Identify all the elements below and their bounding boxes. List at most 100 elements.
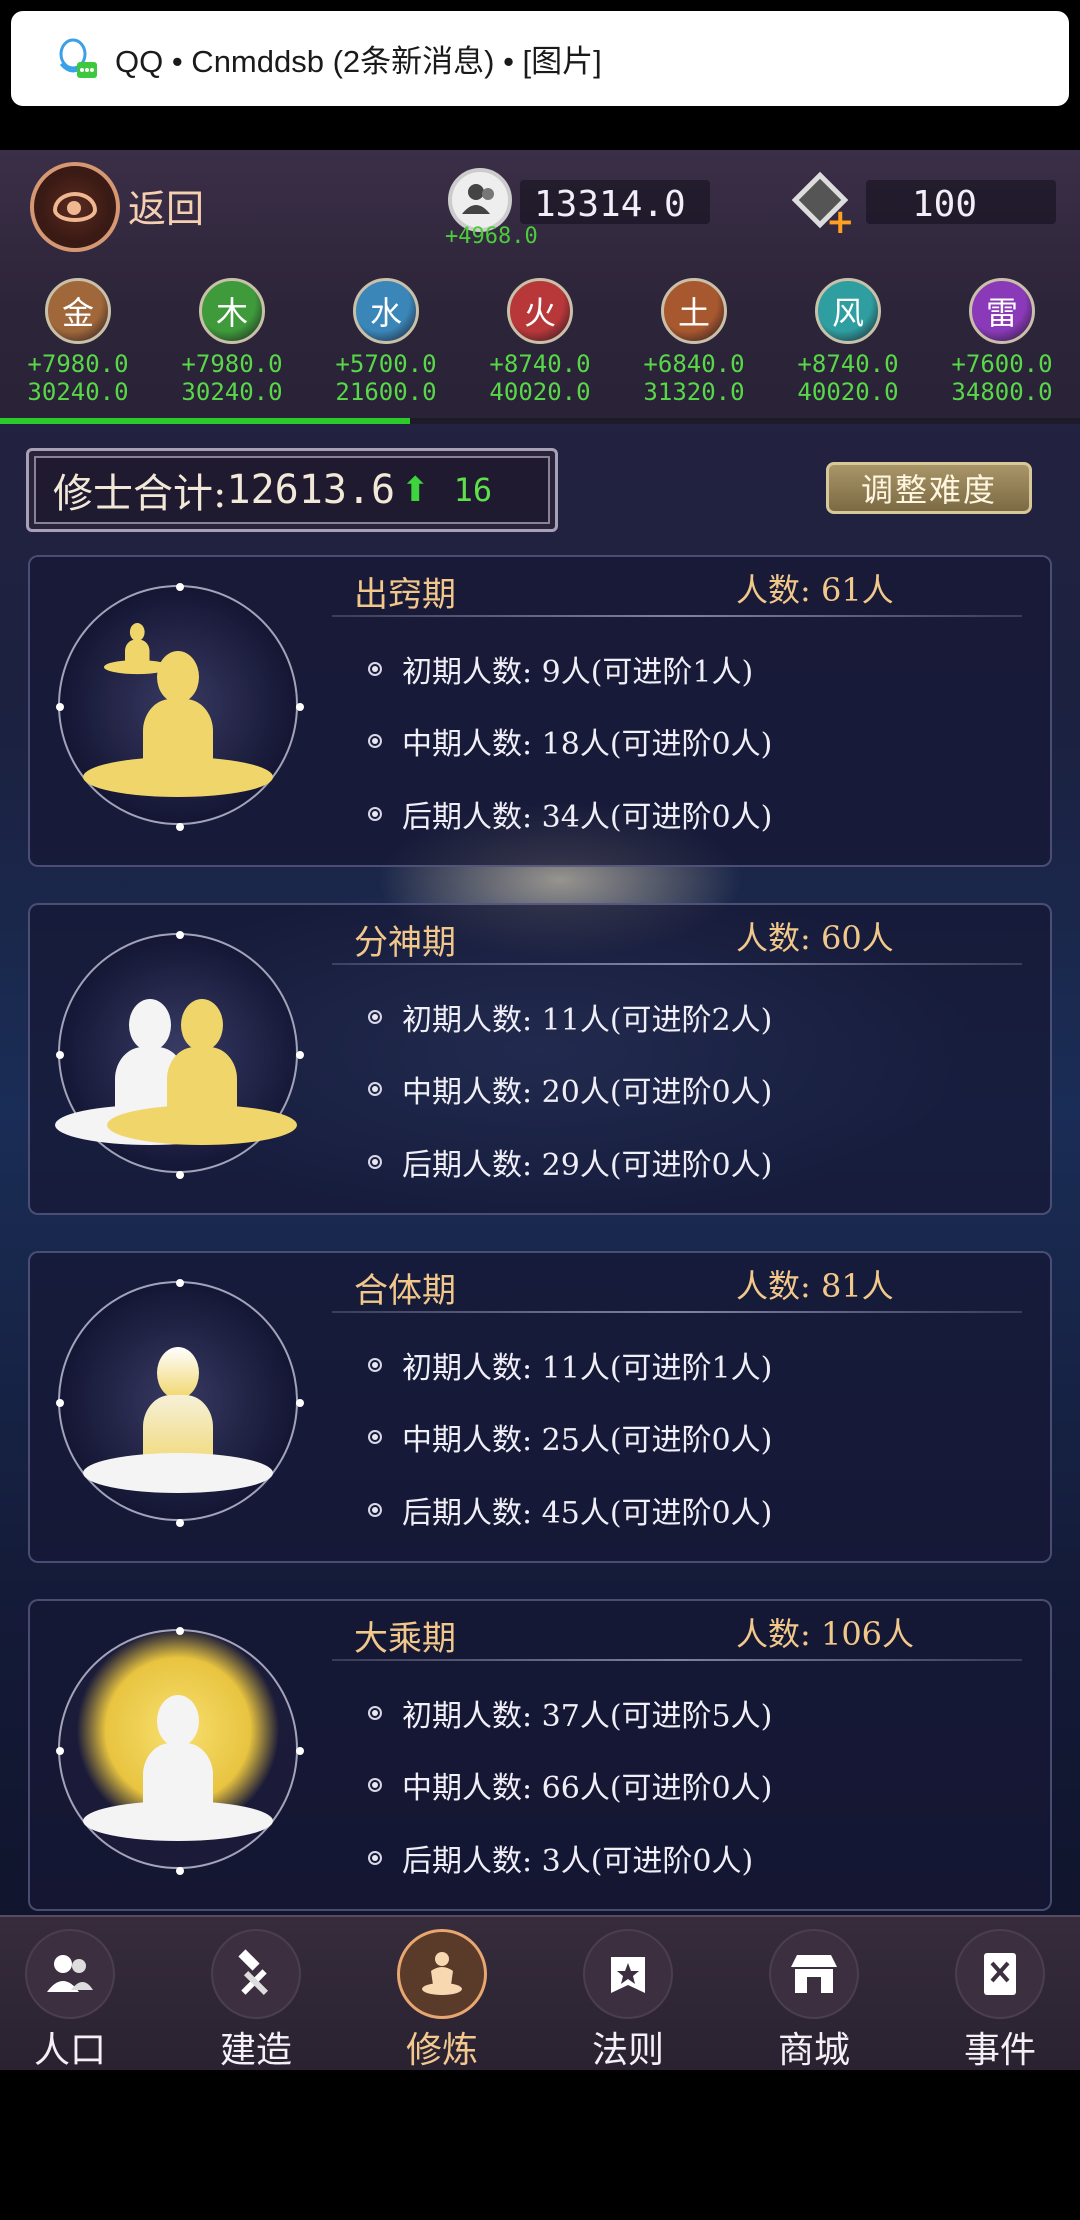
element-wood: 木 +7980.0 30240.0 bbox=[162, 278, 302, 406]
stage-late: 后期人数: 29人(可进阶0人) bbox=[402, 1148, 773, 1183]
element-orb-earth-icon: 土 bbox=[661, 278, 727, 344]
nav-label: 商城 bbox=[777, 2030, 850, 2070]
bullet-icon bbox=[368, 1010, 382, 1024]
cultivator-total-panel: 修士合计: 12613.6 ⬆ 16 bbox=[26, 448, 558, 532]
hammer-wrench-icon bbox=[211, 1929, 301, 2019]
element-water: 水 +5700.0 21600.0 bbox=[316, 278, 456, 406]
bullet-icon bbox=[368, 1358, 382, 1372]
element-earth: 土 +6840.0 31320.0 bbox=[624, 278, 764, 406]
element-gain: +7980.0 bbox=[181, 350, 283, 378]
stage-late: 后期人数: 3人(可进阶0人) bbox=[402, 1844, 754, 1879]
notification-text: QQ • Cnmddsb (2条新消息) • [图片] bbox=[115, 44, 602, 79]
realm-card[interactable]: 大乘期 人数: 106人 初期人数: 37人(可进阶5人) 中期人数: 66人(… bbox=[28, 1599, 1052, 1911]
stage-mid: 中期人数: 66人(可进阶0人) bbox=[402, 1771, 773, 1806]
element-total: 30240.0 bbox=[181, 378, 283, 406]
realm-count: 人数: 61人 bbox=[736, 571, 894, 609]
meditation-emblem-icon bbox=[56, 1279, 304, 1527]
element-total: 31320.0 bbox=[643, 378, 745, 406]
qq-icon bbox=[51, 34, 101, 84]
realm-count: 人数: 60人 bbox=[736, 919, 894, 957]
element-orb-fire-icon: 火 bbox=[507, 278, 573, 344]
element-thunder: 雷 +7600.0 34800.0 bbox=[932, 278, 1072, 406]
total-count: 16 bbox=[453, 471, 493, 509]
nav-label: 建造 bbox=[219, 2030, 292, 2070]
realm-count: 人数: 106人 bbox=[736, 1615, 915, 1653]
stage-mid: 中期人数: 25人(可进阶0人) bbox=[402, 1423, 773, 1458]
nav-label: 法则 bbox=[591, 2030, 664, 2070]
notification-banner[interactable]: QQ • Cnmddsb (2条新消息) • [图片] bbox=[11, 11, 1069, 106]
element-gain: +8740.0 bbox=[797, 350, 899, 378]
stage-late: 后期人数: 34人(可进阶0人) bbox=[402, 800, 773, 835]
divider bbox=[332, 1311, 1022, 1313]
element-gold: 金 +7980.0 30240.0 bbox=[8, 278, 148, 406]
divider bbox=[332, 615, 1022, 617]
element-gain: +8740.0 bbox=[489, 350, 591, 378]
element-gain: +7600.0 bbox=[951, 350, 1053, 378]
back-button[interactable] bbox=[30, 162, 120, 252]
bullet-icon bbox=[368, 807, 382, 821]
element-total: 40020.0 bbox=[489, 378, 591, 406]
back-label[interactable]: 返回 bbox=[128, 178, 204, 233]
progress-fill bbox=[0, 418, 411, 424]
bullet-icon bbox=[368, 1851, 382, 1865]
divider bbox=[332, 1659, 1022, 1661]
element-total: 40020.0 bbox=[797, 378, 899, 406]
stage-mid: 中期人数: 18人(可进阶0人) bbox=[402, 727, 773, 762]
element-total: 21600.0 bbox=[335, 378, 437, 406]
nav-events[interactable]: 事件 bbox=[940, 1929, 1060, 2070]
shop-icon bbox=[769, 1929, 859, 2019]
bullet-icon bbox=[368, 1503, 382, 1517]
gem-value: 100 bbox=[912, 184, 978, 225]
bullet-icon bbox=[368, 1778, 382, 1792]
nav-build[interactable]: 建造 bbox=[196, 1929, 316, 2070]
stage-early: 初期人数: 37人(可进阶5人) bbox=[402, 1699, 773, 1734]
realm-name: 合体期 bbox=[354, 1271, 456, 1311]
nav-label: 事件 bbox=[963, 2030, 1036, 2070]
total-value: 12613.6 bbox=[226, 467, 396, 513]
nav-label: 修炼 bbox=[405, 2030, 478, 2070]
game-screen: 返回 13314.0 +4968.0 + 100 金 +7980.0 30240… bbox=[0, 150, 1080, 2070]
progress-bar bbox=[0, 418, 1080, 424]
element-fire: 火 +8740.0 40020.0 bbox=[470, 278, 610, 406]
realm-name: 大乘期 bbox=[354, 1619, 456, 1659]
element-gain: +7980.0 bbox=[27, 350, 129, 378]
realm-count: 人数: 81人 bbox=[736, 1267, 894, 1305]
element-total: 34800.0 bbox=[951, 378, 1053, 406]
nav-shop[interactable]: 商城 bbox=[754, 1929, 874, 2070]
bullet-icon bbox=[368, 1155, 382, 1169]
stage-early: 初期人数: 11人(可进阶2人) bbox=[402, 1003, 773, 1038]
realm-name: 出窍期 bbox=[354, 575, 456, 615]
element-wind: 风 +8740.0 40020.0 bbox=[778, 278, 918, 406]
element-gain: +5700.0 bbox=[335, 350, 437, 378]
element-total: 30240.0 bbox=[27, 378, 129, 406]
realm-card[interactable]: 合体期 人数: 81人 初期人数: 11人(可进阶1人) 中期人数: 25人(可… bbox=[28, 1251, 1052, 1563]
total-label: 修士合计: bbox=[53, 471, 227, 517]
stage-early: 初期人数: 9人(可进阶1人) bbox=[402, 655, 754, 690]
bottom-nav: 人口 建造 修炼 法则 商城 事件 bbox=[0, 1915, 1080, 2070]
up-arrow-icon: ⬆ bbox=[401, 470, 430, 510]
realm-card[interactable]: 分神期 人数: 60人 初期人数: 11人(可进阶2人) 中期人数: 20人(可… bbox=[28, 903, 1052, 1215]
population-delta: +4968.0 bbox=[445, 224, 538, 249]
nav-cultivate[interactable]: 修炼 bbox=[382, 1929, 502, 2070]
realm-name: 分神期 bbox=[354, 923, 456, 963]
resource-header: 返回 13314.0 +4968.0 + 100 金 +7980.0 30240… bbox=[0, 150, 1080, 424]
divider bbox=[332, 963, 1022, 965]
stage-early: 初期人数: 11人(可进阶1人) bbox=[402, 1351, 773, 1386]
book-icon bbox=[955, 1929, 1045, 2019]
meditation-emblem-icon bbox=[56, 583, 304, 831]
stage-late: 后期人数: 45人(可进阶0人) bbox=[402, 1496, 773, 1531]
adjust-difficulty-button[interactable]: 调整难度 bbox=[826, 462, 1032, 514]
realm-card[interactable]: 出窍期 人数: 61人 初期人数: 9人(可进阶1人) 中期人数: 18人(可进… bbox=[28, 555, 1052, 867]
nav-population[interactable]: 人口 bbox=[10, 1929, 130, 2070]
nav-laws[interactable]: 法则 bbox=[568, 1929, 688, 2070]
element-orb-water-icon: 水 bbox=[353, 278, 419, 344]
element-orb-wood-icon: 木 bbox=[199, 278, 265, 344]
people-icon bbox=[25, 1929, 115, 2019]
bullet-icon bbox=[368, 734, 382, 748]
meditation-icon bbox=[397, 1929, 487, 2019]
element-orb-wind-icon: 风 bbox=[815, 278, 881, 344]
back-eye-icon bbox=[53, 192, 97, 222]
gem-add-icon[interactable]: + bbox=[826, 202, 855, 242]
element-gain: +6840.0 bbox=[643, 350, 745, 378]
meditation-emblem-icon bbox=[56, 1627, 304, 1875]
